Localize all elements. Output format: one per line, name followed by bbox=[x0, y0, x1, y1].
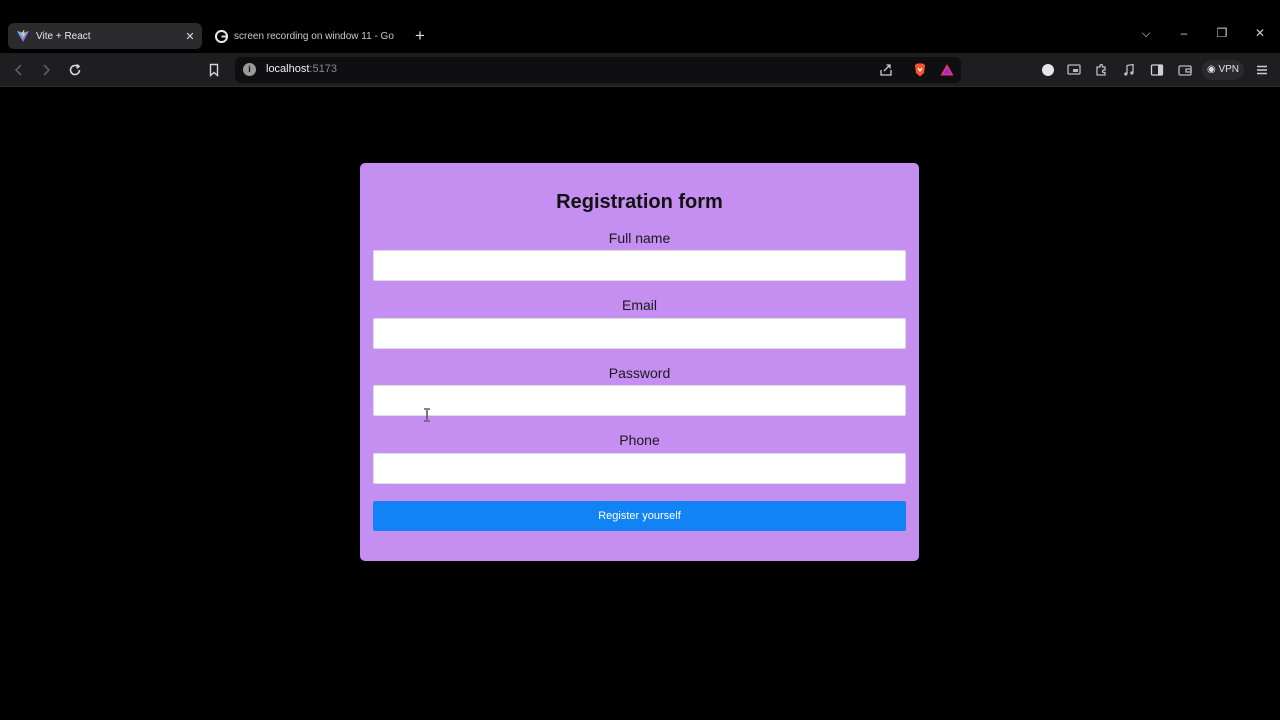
menu-icon[interactable] bbox=[1254, 62, 1270, 78]
password-label: Password bbox=[608, 365, 671, 381]
url-text: localhost:5173 bbox=[266, 63, 337, 75]
form-title: Registration form bbox=[556, 191, 723, 213]
bookmark-button[interactable] bbox=[205, 61, 223, 79]
phone-label: Phone bbox=[619, 432, 660, 448]
tab-title: Vite + React bbox=[36, 30, 91, 42]
phone-input[interactable] bbox=[373, 453, 906, 484]
site-info-icon[interactable]: i bbox=[243, 63, 256, 76]
email-input[interactable] bbox=[373, 318, 906, 349]
bookmark-icon bbox=[209, 63, 219, 78]
cast-icon[interactable] bbox=[1066, 62, 1082, 78]
sidebar-icon[interactable] bbox=[1149, 62, 1165, 78]
full-name-input[interactable] bbox=[373, 250, 906, 281]
google-logo-icon bbox=[214, 29, 228, 43]
reload-button[interactable] bbox=[66, 61, 84, 79]
tab-title: screen recording on window 11 - Go bbox=[234, 30, 394, 42]
page-viewport: Registration form Full name Email Passwo… bbox=[0, 88, 1280, 720]
text-cursor-icon bbox=[424, 408, 430, 422]
back-button[interactable] bbox=[10, 61, 28, 79]
tab-list-dropdown-icon[interactable]: ⌵ bbox=[1136, 24, 1156, 42]
brave-rewards-icon[interactable] bbox=[939, 62, 955, 78]
chevron-right-icon bbox=[43, 64, 51, 76]
vpn-button[interactable]: ◉ VPN bbox=[1202, 60, 1244, 80]
media-music-icon[interactable] bbox=[1121, 62, 1137, 78]
url-port: :5173 bbox=[309, 63, 337, 75]
address-bar[interactable]: i localhost:5173 bbox=[235, 57, 961, 83]
email-label: Email bbox=[621, 297, 657, 313]
new-tab-button[interactable]: + bbox=[410, 27, 430, 45]
extensions-icon[interactable] bbox=[1093, 62, 1109, 78]
wallet-icon[interactable] bbox=[1177, 62, 1193, 78]
share-icon[interactable] bbox=[878, 62, 894, 78]
tab-strip: Vite + React ✕ screen recording on windo… bbox=[0, 0, 1280, 53]
reload-icon bbox=[69, 63, 81, 76]
vite-logo-icon bbox=[16, 29, 30, 43]
url-host: localhost bbox=[266, 63, 310, 75]
tab-close-icon[interactable]: ✕ bbox=[182, 28, 198, 44]
registration-card: Registration form Full name Email Passwo… bbox=[360, 163, 919, 561]
forward-button[interactable] bbox=[37, 61, 55, 79]
brave-shields-icon[interactable] bbox=[912, 62, 928, 78]
restore-button[interactable]: ❐ bbox=[1212, 24, 1232, 42]
close-window-button[interactable]: ✕ bbox=[1250, 24, 1270, 42]
leo-ai-icon[interactable] bbox=[1040, 62, 1056, 78]
minimize-button[interactable]: – bbox=[1174, 24, 1194, 42]
full-name-label: Full name bbox=[608, 230, 671, 246]
tab-vite-react[interactable]: Vite + React ✕ bbox=[8, 23, 202, 49]
register-button[interactable]: Register yourself bbox=[373, 501, 906, 531]
vpn-label: VPN bbox=[1218, 64, 1240, 75]
password-input[interactable] bbox=[373, 385, 906, 416]
tab-google-search[interactable]: screen recording on window 11 - Go bbox=[206, 23, 402, 49]
browser-toolbar: i localhost:5173 ◉ VPN bbox=[0, 53, 1280, 87]
vpn-status-icon: ◉ bbox=[1206, 64, 1216, 75]
chevron-left-icon bbox=[14, 64, 22, 76]
